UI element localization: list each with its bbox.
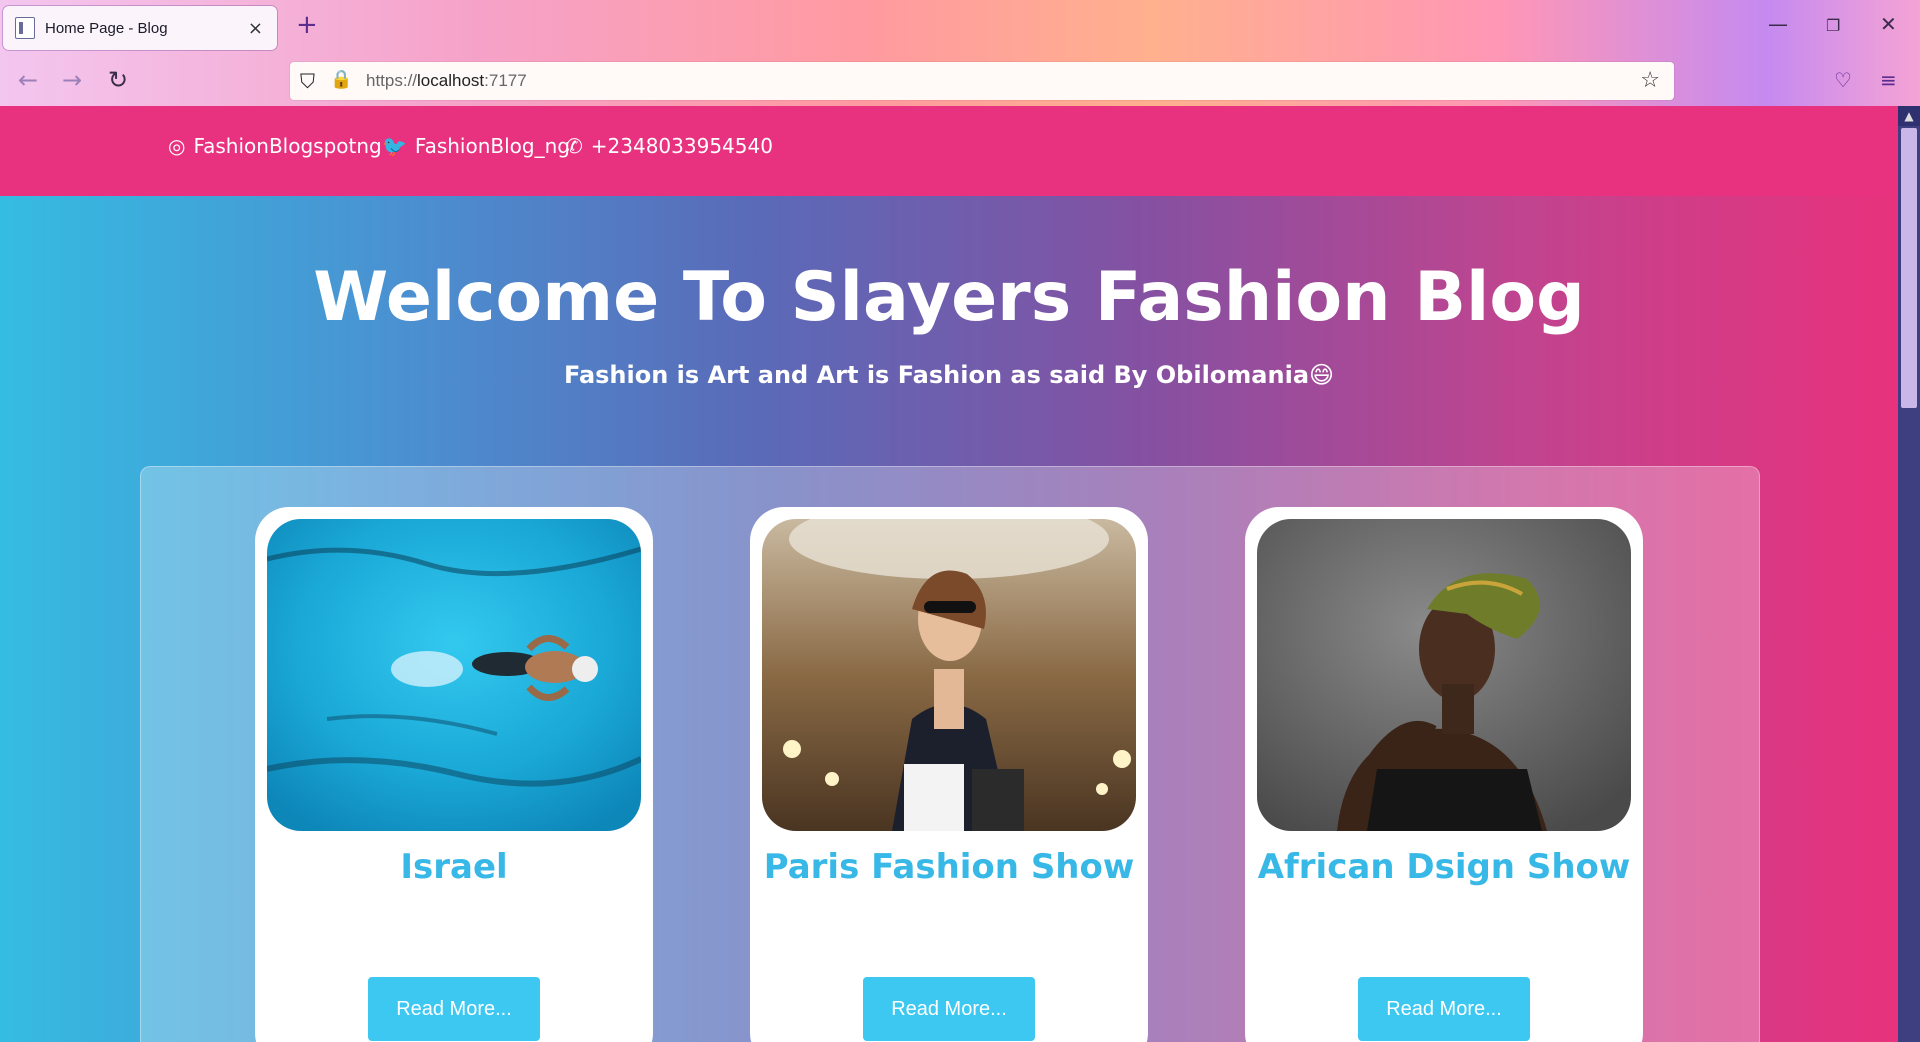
tab-title: Home Page - Blog [45, 19, 168, 37]
phone-icon: ✆ [566, 134, 583, 158]
post-title[interactable]: African Dsign Show [1245, 847, 1643, 887]
post-image-swimmer[interactable] [267, 519, 641, 831]
lock-icon[interactable]: 🔒 [330, 69, 352, 90]
twitter-icon: 🐦 [382, 134, 407, 158]
instagram-link[interactable]: ◎ FashionBlogspotng [168, 134, 382, 158]
address-bar[interactable]: ⛉ 🔒 https://localhost:7177 ☆ [290, 62, 1674, 100]
hero-section: Welcome To Slayers Fashion Blog Fashion … [0, 196, 1898, 1042]
window-close-icon[interactable]: ✕ [1880, 12, 1897, 36]
instagram-handle: FashionBlogspotng [193, 134, 382, 158]
contact-bar: ◎ FashionBlogspotng 🐦 FashionBlog_ng ✆ +… [0, 106, 1898, 196]
browser-tab[interactable]: Home Page - Blog × [3, 6, 277, 50]
twitter-link[interactable]: 🐦 FashionBlog_ng [382, 134, 570, 158]
post-title[interactable]: Paris Fashion Show [750, 847, 1148, 887]
shield-icon[interactable]: ⛉ [300, 69, 315, 93]
tagline: Fashion is Art and Art is Fashion as sai… [563, 361, 1335, 389]
menu-icon[interactable]: ≡ [1880, 68, 1897, 92]
read-more-button[interactable]: Read More... [1358, 977, 1530, 1041]
browser-chrome: Home Page - Blog × + — ❐ ✕ ← → ↻ ⛉ 🔒 htt… [0, 0, 1920, 106]
phone-link[interactable]: ✆ +2348033954540 [566, 134, 773, 158]
bookmark-star-icon[interactable]: ☆ [1640, 68, 1660, 93]
instagram-icon: ◎ [168, 134, 186, 158]
post-image-shopper[interactable] [762, 519, 1136, 831]
post-image-african-design[interactable] [1257, 519, 1631, 831]
read-more-button[interactable]: Read More... [863, 977, 1035, 1041]
post-title[interactable]: Israel [255, 847, 653, 887]
back-arrow-icon[interactable]: ← [18, 66, 38, 94]
post-card: African Dsign Show Read More... [1245, 507, 1643, 1042]
minimize-icon[interactable]: — [1768, 12, 1788, 36]
scrollbar-thumb[interactable] [1901, 128, 1917, 408]
url-text[interactable]: https://localhost:7177 [366, 71, 527, 91]
page-viewport: ◎ FashionBlogspotng 🐦 FashionBlog_ng ✆ +… [0, 106, 1898, 1042]
new-tab-button[interactable]: + [296, 10, 318, 40]
forward-arrow-icon[interactable]: → [62, 66, 82, 94]
restore-icon[interactable]: ❐ [1826, 16, 1840, 35]
scroll-up-arrow-icon[interactable]: ▲ [1898, 106, 1920, 126]
reload-icon[interactable]: ↻ [108, 66, 128, 94]
vertical-scrollbar[interactable]: ▲ [1898, 106, 1920, 1042]
post-card: Paris Fashion Show Read More... [750, 507, 1148, 1042]
phone-number: +2348033954540 [590, 134, 773, 158]
twitter-handle: FashionBlog_ng [414, 134, 570, 158]
tab-close-icon[interactable]: × [248, 18, 263, 39]
page-title: Welcome To Slayers Fashion Blog [313, 258, 1585, 337]
posts-panel: Israel Read More... Paris Fashion Show R… [140, 466, 1760, 1042]
post-card: Israel Read More... [255, 507, 653, 1042]
read-more-button[interactable]: Read More... [368, 977, 540, 1041]
pocket-icon[interactable]: ♡ [1834, 68, 1852, 92]
page-favicon-icon [15, 17, 35, 39]
